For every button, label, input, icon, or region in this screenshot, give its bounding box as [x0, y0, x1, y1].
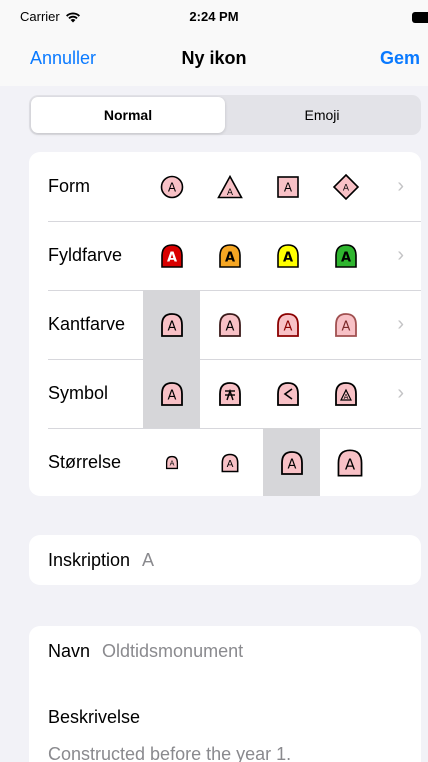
chevron-right-icon[interactable]: ›: [397, 152, 404, 221]
segment-emoji[interactable]: Emoji: [225, 97, 419, 133]
red-arch-icon: A: [160, 243, 183, 268]
xlarge-arch-icon: A: [337, 448, 362, 477]
name-value[interactable]: Oldtidsmonument: [102, 641, 243, 662]
triangle-shape-icon: A: [216, 174, 243, 198]
segment-normal[interactable]: Normal: [31, 97, 225, 133]
fill-red-letter: A: [166, 250, 176, 265]
fill-color-label: Fyldfarve: [48, 245, 123, 265]
diamond-shape-icon: A: [332, 173, 359, 200]
status-time: 2:24 PM: [189, 9, 239, 24]
description-field[interactable]: Constructed before the year 1.: [29, 732, 421, 762]
status-bar: Carrier 2:24 PM: [0, 0, 428, 34]
inscription-field[interactable]: Inskription A: [29, 535, 421, 585]
letter-symbol-arch-icon: A: [160, 381, 183, 406]
form-diamond-letter: A: [342, 183, 349, 193]
circle-shape-icon: A: [160, 175, 183, 198]
fill-option-green[interactable]: A: [317, 221, 374, 290]
symbol-option-letter[interactable]: A: [143, 359, 200, 428]
green-arch-icon: A: [334, 243, 357, 268]
size-small-letter: A: [169, 459, 174, 467]
form-option-diamond[interactable]: A: [317, 152, 374, 221]
symbol-row: Symbol A A ›: [29, 359, 421, 428]
brown-border-arch-icon: A: [334, 312, 357, 337]
form-circle-letter: A: [167, 180, 176, 194]
yellow-arch-icon: A: [276, 243, 299, 268]
border-option-darkred[interactable]: A: [201, 290, 258, 359]
mode-segmented-control: Normal Emoji: [29, 95, 421, 135]
medium-arch-icon: A: [221, 453, 238, 472]
border-option-brown[interactable]: A: [317, 290, 374, 359]
form-triangle-letter: A: [226, 188, 233, 198]
chevron-right-icon[interactable]: ›: [397, 359, 404, 428]
fill-option-yellow[interactable]: A: [259, 221, 316, 290]
symbol-label: Symbol: [48, 383, 109, 403]
size-medium-letter: A: [226, 459, 233, 470]
symbol-option-barred[interactable]: [201, 359, 258, 428]
icon-style-card: Form A A A A › Fyldfarve A A A A › Kantf…: [29, 152, 421, 496]
navigation-bar: Annuller Ny ikon Gem: [0, 34, 428, 86]
form-option-circle[interactable]: A: [143, 152, 200, 221]
inscription-value[interactable]: A: [142, 550, 154, 571]
border-color-row: Kantfarve A A A A ›: [29, 290, 421, 359]
boxed-letter-symbol-arch-icon: A: [334, 381, 357, 406]
black-border-arch-icon: A: [160, 312, 183, 337]
name-label: Navn: [48, 640, 91, 661]
chevron-right-icon[interactable]: ›: [397, 290, 404, 359]
form-label: Form: [48, 176, 90, 196]
large-arch-icon: A: [280, 450, 303, 475]
description-header: Beskrivelse: [29, 676, 421, 732]
darkred-border-arch-icon: A: [218, 312, 241, 337]
size-option-medium[interactable]: A: [201, 428, 258, 496]
size-option-small[interactable]: A: [143, 428, 200, 496]
border-brown-letter: A: [341, 319, 350, 334]
border-red-letter: A: [283, 319, 292, 334]
screen: Carrier 2:24 PM Annuller Ny ikon Gem Nor…: [0, 0, 428, 762]
size-option-large[interactable]: A: [263, 428, 320, 496]
small-arch-icon: A: [165, 455, 178, 470]
orange-arch-icon: A: [218, 243, 241, 268]
inscription-label: Inskription: [48, 549, 131, 570]
inscription-card: Inskription A: [29, 535, 421, 585]
size-row: Størrelse A A A A: [29, 428, 421, 496]
fill-option-red[interactable]: A: [143, 221, 200, 290]
chevron-right-icon[interactable]: ›: [397, 221, 404, 290]
red-border-arch-icon: A: [276, 312, 299, 337]
form-option-square[interactable]: A: [259, 152, 316, 221]
battery-icon: [412, 12, 428, 23]
square-shape-icon: A: [276, 175, 299, 198]
symbol-option-small-letter[interactable]: A: [317, 359, 374, 428]
form-square-letter: A: [283, 180, 292, 194]
fill-option-orange[interactable]: A: [201, 221, 258, 290]
fill-color-row: Fyldfarve A A A A ›: [29, 221, 421, 290]
save-button[interactable]: Gem: [380, 48, 420, 69]
barred-symbol-arch-icon: [218, 381, 241, 406]
name-field[interactable]: Navn Oldtidsmonument: [29, 626, 421, 676]
border-option-red[interactable]: A: [259, 290, 316, 359]
symbol-letter-glyph: A: [167, 388, 176, 403]
border-black-letter: A: [167, 319, 176, 334]
description-value[interactable]: Constructed before the year 1.: [48, 744, 291, 762]
size-xlarge-letter: A: [344, 455, 355, 473]
symbol-option-bracket[interactable]: [259, 359, 316, 428]
fill-green-letter: A: [340, 250, 350, 265]
details-card: Navn Oldtidsmonument Beskrivelse Constru…: [29, 626, 421, 762]
fill-orange-letter: A: [224, 250, 234, 265]
form-row: Form A A A A ›: [29, 152, 421, 221]
size-option-xlarge[interactable]: A: [321, 428, 378, 496]
description-label: Beskrivelse: [48, 707, 141, 727]
page-title: Ny ikon: [181, 48, 247, 68]
size-large-letter: A: [287, 457, 296, 472]
border-option-black[interactable]: A: [143, 290, 200, 359]
bracket-symbol-arch-icon: [276, 381, 299, 406]
size-label: Størrelse: [48, 452, 122, 472]
fill-yellow-letter: A: [282, 250, 292, 265]
form-option-triangle[interactable]: A: [201, 152, 258, 221]
symbol-small-letter-glyph: A: [343, 393, 348, 401]
border-darkred-letter: A: [225, 319, 234, 334]
border-color-label: Kantfarve: [48, 314, 126, 334]
